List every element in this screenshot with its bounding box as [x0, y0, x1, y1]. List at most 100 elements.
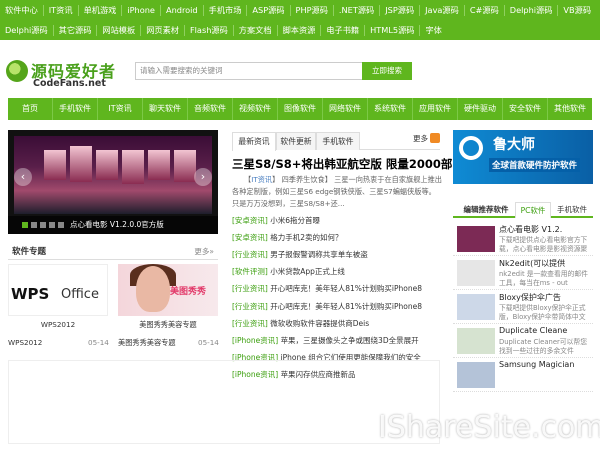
featured-slideshow[interactable]: ‹ › 点心看电影 V1.2.0.0官方版 [8, 130, 218, 234]
topic-list-title[interactable]: WPS2012 [8, 338, 42, 347]
topics-more-link[interactable]: 更多» [194, 246, 214, 257]
news-title[interactable]: 开心吧库克！美年轻人81%计划购买iPhone8 [270, 284, 422, 293]
topic-list-item[interactable]: WPS2012 05-14 [8, 338, 109, 347]
news-item[interactable]: [行业资讯] 男子报假警调称共享单车被盗 [232, 246, 442, 263]
slideshow-dot[interactable] [58, 222, 64, 228]
editor-pick-title[interactable]: Bloxy保护伞广告 [499, 292, 561, 303]
news-item[interactable]: [安卓资讯] 格力手机2卖的如何？ [232, 229, 442, 246]
category-link[interactable]: 其它源码 [54, 24, 98, 36]
news-tag[interactable]: [行业资讯] [232, 319, 268, 328]
nav-item[interactable]: 音频软件 [188, 98, 233, 120]
news-title[interactable]: 格力手机2卖的如何？ [270, 233, 342, 242]
topic-caption[interactable]: WPS2012 [8, 320, 108, 329]
category-link[interactable]: Android [161, 4, 204, 16]
summary-tag[interactable]: IT资讯 [251, 175, 272, 184]
category-link[interactable]: 软件中心 [0, 4, 44, 16]
news-tag[interactable]: [安卓资讯] [232, 216, 268, 225]
news-title[interactable]: 苹果，三星摄像头之争或围绕3D全景展开 [281, 336, 419, 345]
news-tag[interactable]: [行业资讯] [232, 302, 268, 311]
news-title[interactable]: 小米贷款App正式上线 [270, 267, 345, 276]
ludashi-ad-banner[interactable]: 鲁大师 全球首款硬件防护软件 [453, 130, 593, 184]
category-link[interactable]: Flash源码 [185, 24, 234, 36]
nav-item[interactable]: 网络软件 [323, 98, 368, 120]
tab-mobile-software[interactable]: 手机软件 [316, 132, 360, 150]
news-item[interactable]: [行业资讯] 开心吧库克！美年轻人81%计划购买iPhone8 [232, 298, 442, 315]
nav-item[interactable]: 图像软件 [278, 98, 323, 120]
editor-pick-title[interactable]: 点心看电影 V1.2. [499, 224, 562, 235]
category-link[interactable]: 单机游戏 [79, 4, 123, 16]
tab-latest-news[interactable]: 最新资讯 [232, 132, 276, 151]
tab-mobile-apps[interactable]: 手机软件 [553, 202, 591, 218]
category-link[interactable]: Java源码 [420, 4, 465, 16]
tab-software-updates[interactable]: 软件更新 [276, 132, 316, 150]
topic-caption[interactable]: 美图秀秀美容专题 [118, 320, 218, 330]
news-title[interactable]: 男子报假警调称共享单车被盗 [270, 250, 368, 259]
category-link[interactable]: 手机市场 [204, 4, 248, 16]
editor-pick-title[interactable]: Samsung Magician [499, 360, 574, 369]
category-link[interactable]: VB源码 [558, 5, 596, 16]
topic-list-title[interactable]: 美图秀秀美容专题 [118, 338, 176, 347]
nav-item[interactable]: 聊天软件 [143, 98, 188, 120]
news-item[interactable]: [行业资讯] 微软收购软件容器提供商Deis [232, 315, 442, 332]
category-link[interactable]: 方案文档 [234, 24, 278, 36]
category-link[interactable]: C#源码 [465, 4, 505, 16]
news-item[interactable]: [行业资讯] 开心吧库克！美年轻人81%计划购买iPhone8 [232, 280, 442, 297]
news-item[interactable]: [iPhone资讯] 苹果，三星摄像头之争或围绕3D全景展开 [232, 332, 442, 349]
nav-item[interactable]: IT资讯 [98, 98, 143, 120]
editor-pick-item[interactable]: Bloxy保护伞广告 下载吧提供Bloxy保护伞正式版，Bloxy保护伞带简体中文 [453, 290, 593, 324]
news-more-link[interactable]: 更多 [413, 133, 428, 144]
nav-item[interactable]: 硬件驱动 [458, 98, 503, 120]
category-link[interactable]: 网站模板 [97, 24, 142, 36]
editor-pick-item[interactable]: 点心看电影 V1.2.下载吧提供点心看电影官方下载，点心看电影是影视资源聚合播放… [453, 222, 593, 256]
slideshow-dot[interactable] [22, 222, 28, 228]
slideshow-dot[interactable] [40, 222, 46, 228]
search-button[interactable]: 立即搜索 [362, 62, 412, 80]
category-link[interactable]: PHP源码 [291, 4, 334, 16]
news-tag[interactable]: [软件评测] [232, 267, 268, 276]
category-link[interactable]: .NET源码 [334, 4, 381, 16]
nav-item[interactable]: 应用软件 [413, 98, 458, 120]
category-link[interactable]: JSP源码 [380, 4, 421, 16]
topic-card-wps[interactable]: WPS Office WPS2012 [8, 264, 108, 329]
news-title[interactable]: 开心吧库克！美年轻人81%计划购买iPhone8 [270, 302, 422, 311]
nav-item[interactable]: 系统软件 [368, 98, 413, 120]
news-title[interactable]: 小米6拖分首曝 [270, 216, 320, 225]
nav-item[interactable]: 其他软件 [548, 98, 592, 120]
nav-item[interactable]: 手机软件 [53, 98, 98, 120]
news-tag[interactable]: [安卓资讯] [232, 233, 268, 242]
editor-pick-title[interactable]: Duplicate Cleane [499, 326, 567, 335]
slideshow-dot[interactable] [49, 222, 55, 228]
headline-title[interactable]: 三星S8/S8+将出韩亚航空版 限量2000部 [232, 156, 452, 172]
category-link[interactable]: Delphi源码 [505, 4, 559, 16]
category-link[interactable]: 电子书籍 [321, 24, 366, 36]
slideshow-dot[interactable] [31, 222, 37, 228]
news-item[interactable]: [软件评测] 小米贷款App正式上线 [232, 263, 442, 280]
editor-pick-item[interactable]: Samsung Magician [453, 358, 593, 392]
search-input[interactable]: 请输入需要搜索的关键词 [135, 62, 363, 80]
news-tag[interactable]: [行业资讯] [232, 250, 268, 259]
topic-list-item[interactable]: 美图秀秀美容专题 05-14 [118, 338, 219, 348]
news-title[interactable]: 微软收购软件容器提供商Deis [270, 319, 369, 328]
news-tag[interactable]: [行业资讯] [232, 284, 268, 293]
category-link[interactable]: HTML5源码 [365, 24, 421, 36]
slideshow-prev-icon[interactable]: ‹ [14, 168, 32, 186]
rss-icon[interactable] [430, 133, 440, 143]
category-link[interactable]: 网页素材 [141, 24, 185, 36]
category-link[interactable]: 脚本资源 [278, 24, 322, 36]
site-logo[interactable]: 源码爱好者 CodeFans.net [6, 58, 115, 92]
category-link[interactable]: iPhone [122, 4, 161, 16]
editor-pick-title[interactable]: Nk2edit(可以提供 [499, 258, 565, 269]
editor-pick-item[interactable]: Nk2edit(可以提供 nk2edit 是一款查看用的邮件工具，每当在ms - … [453, 256, 593, 290]
category-link[interactable]: IT资讯 [44, 4, 79, 16]
category-link[interactable]: Delphi源码 [0, 24, 54, 36]
nav-item[interactable]: 视频软件 [233, 98, 278, 120]
slideshow-next-icon[interactable]: › [194, 168, 212, 186]
category-link[interactable]: ASP源码 [247, 4, 291, 16]
news-tag[interactable]: [iPhone资讯] [232, 336, 278, 345]
tab-pc-software[interactable]: PC软件 [515, 202, 551, 218]
editor-pick-item[interactable]: Duplicate Cleane Duplicate Cleaner可以帮您找到一… [453, 324, 593, 358]
news-item[interactable]: [安卓资讯] 小米6拖分首曝 [232, 212, 442, 229]
topic-card-meitu[interactable]: 美图秀秀 美图秀秀美容专题 [118, 264, 218, 329]
nav-item[interactable]: 安全软件 [503, 98, 548, 120]
nav-item[interactable]: 首页 [8, 98, 53, 120]
